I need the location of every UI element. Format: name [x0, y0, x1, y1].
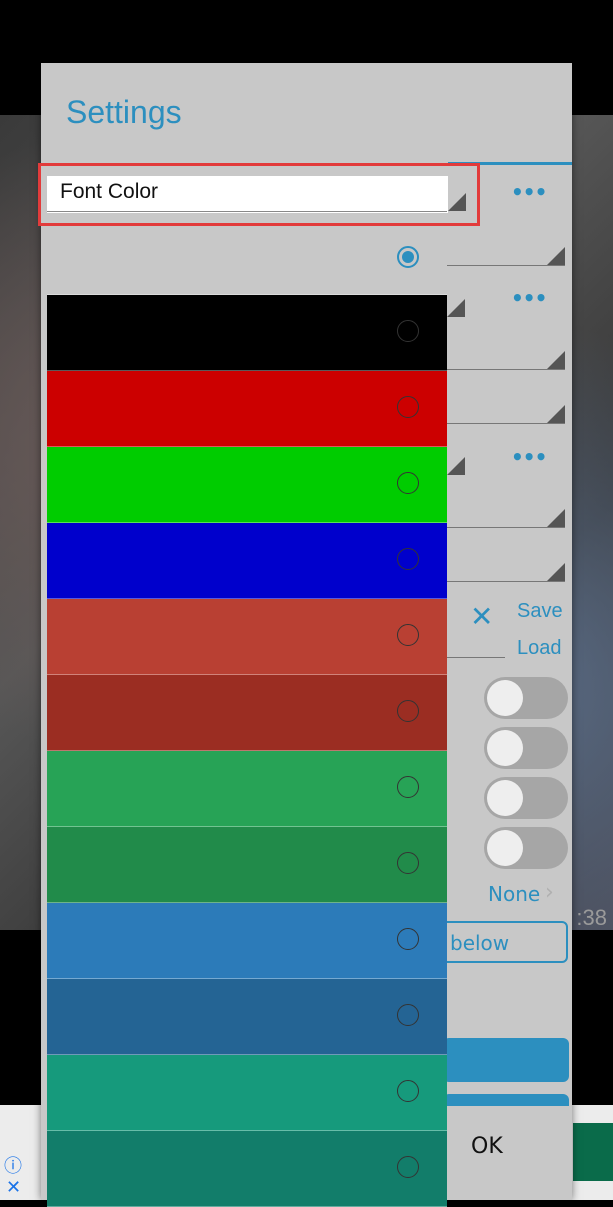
field-underline [447, 657, 505, 658]
spinner-underline [47, 211, 447, 212]
color-option[interactable] [47, 751, 447, 827]
radio-button[interactable] [397, 624, 419, 646]
color-option[interactable] [47, 523, 447, 599]
toggle-knob [487, 780, 523, 816]
ok-button[interactable]: OK [471, 1134, 503, 1159]
radio-button[interactable] [397, 776, 419, 798]
more-options-icon[interactable]: ••• [511, 445, 547, 469]
chevron-right-icon[interactable]: › [545, 880, 554, 905]
toggle-knob [487, 680, 523, 716]
dropdown-arrow-icon[interactable] [547, 247, 565, 265]
radio-button[interactable] [397, 320, 419, 342]
radio-button[interactable] [397, 1080, 419, 1102]
radio-button[interactable] [397, 246, 419, 268]
outline-button-label: below [450, 931, 510, 955]
color-option[interactable] [47, 1055, 447, 1131]
toggle-switch[interactable] [484, 727, 568, 769]
toggle-switch[interactable] [484, 827, 568, 869]
color-option[interactable] [47, 827, 447, 903]
dropdown-arrow-icon[interactable] [447, 457, 465, 475]
dropdown-arrow-icon[interactable] [547, 351, 565, 369]
field-underline [447, 265, 565, 266]
toggle-knob [487, 830, 523, 866]
field-underline [447, 527, 565, 528]
radio-button[interactable] [397, 1004, 419, 1026]
color-option[interactable] [47, 1131, 447, 1207]
save-link[interactable]: Save [517, 600, 563, 623]
ad-close-icon[interactable]: ✕ [6, 1177, 21, 1198]
more-options-icon[interactable]: ••• [511, 180, 547, 204]
radio-button[interactable] [397, 472, 419, 494]
ad-info-icon[interactable]: ⓘ [4, 1152, 22, 1178]
color-option[interactable] [47, 447, 447, 523]
toggle-switch[interactable] [484, 677, 568, 719]
dropdown-arrow-icon[interactable] [547, 509, 565, 527]
toggle-knob [487, 730, 523, 766]
dropdown-arrow-icon[interactable] [447, 299, 465, 317]
dropdown-arrow-icon[interactable] [547, 563, 565, 581]
radio-button[interactable] [397, 700, 419, 722]
outline-button[interactable]: below [438, 921, 568, 963]
clear-icon[interactable]: ✕ [470, 600, 493, 633]
radio-button[interactable] [397, 548, 419, 570]
dropdown-arrow-icon[interactable] [448, 193, 466, 211]
primary-button[interactable] [443, 1094, 569, 1106]
color-option[interactable] [47, 599, 447, 675]
primary-button[interactable] [443, 1038, 569, 1082]
color-option[interactable] [47, 979, 447, 1055]
color-option[interactable] [47, 227, 447, 295]
color-option[interactable] [47, 675, 447, 751]
spinner-label: Font Color [60, 180, 159, 203]
color-dropdown-list [47, 227, 447, 1207]
load-link[interactable]: Load [517, 637, 562, 660]
field-underline [447, 423, 565, 424]
radio-button[interactable] [397, 852, 419, 874]
radio-button[interactable] [397, 928, 419, 950]
more-options-icon[interactable]: ••• [511, 286, 547, 310]
toggle-switch[interactable] [484, 777, 568, 819]
dropdown-arrow-icon[interactable] [547, 405, 565, 423]
field-underline [447, 581, 565, 582]
dialog-title: Settings [66, 94, 182, 130]
radio-button[interactable] [397, 396, 419, 418]
color-option[interactable] [47, 903, 447, 979]
none-value[interactable]: None [488, 882, 540, 906]
background-time-text: :38 [576, 905, 607, 930]
color-option[interactable] [47, 371, 447, 447]
color-option[interactable] [47, 295, 447, 371]
field-underline [447, 369, 565, 370]
ad-cta-button[interactable] [573, 1123, 613, 1181]
radio-button[interactable] [397, 1156, 419, 1178]
